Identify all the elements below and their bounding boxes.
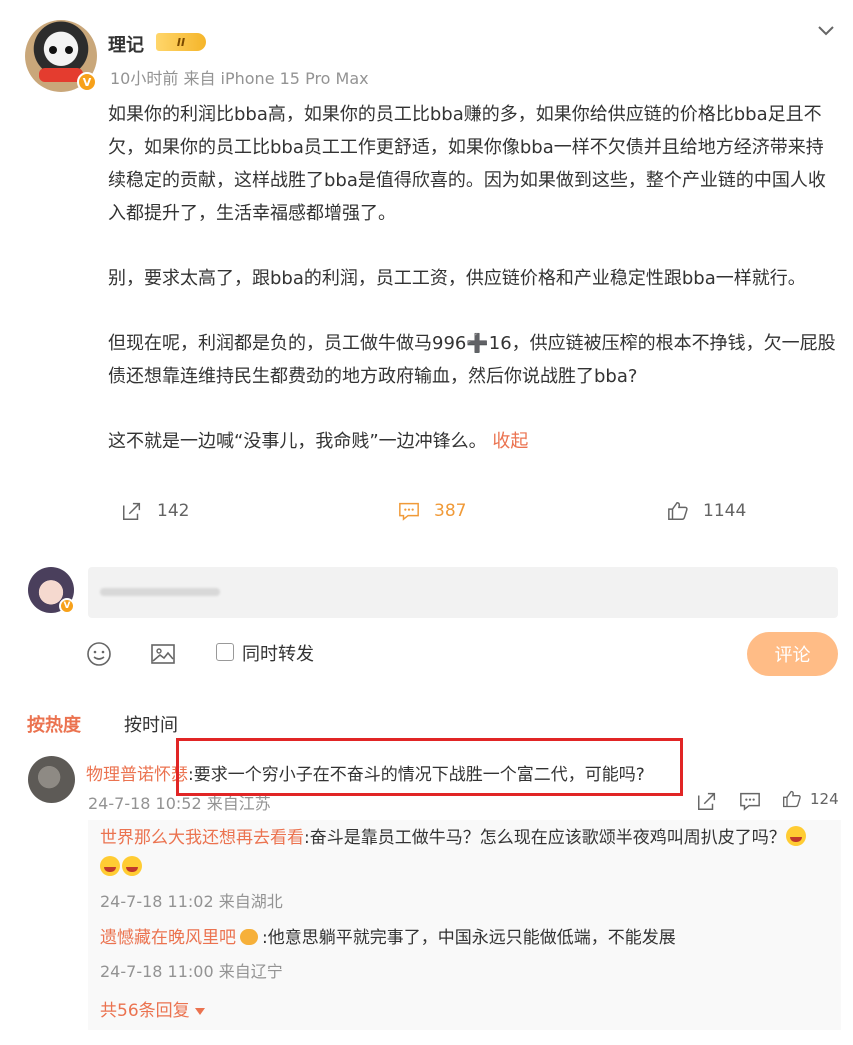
laugh-emoji-icon bbox=[122, 856, 142, 876]
post-body: 如果你的利润比bba高，如果你的员工比bba赚的多，如果你给供应链的价格比bba… bbox=[108, 98, 838, 458]
image-icon[interactable] bbox=[150, 641, 176, 667]
comment-count: 387 bbox=[434, 501, 467, 521]
commenter-name[interactable]: 物理普诺怀瑟 bbox=[86, 765, 188, 785]
like-button[interactable]: 1144 bbox=[667, 500, 746, 522]
reply-user-name[interactable]: 世界那么大我还想再去看看 bbox=[100, 828, 304, 848]
author-name[interactable]: 理记 bbox=[108, 31, 144, 57]
comment-icon[interactable] bbox=[739, 790, 761, 812]
composer-blurred-text bbox=[100, 588, 220, 596]
laugh-emoji-icon bbox=[100, 856, 120, 876]
post-paragraph: 别，要求太高了，跟bba的利润，员工工资，供应链价格和产业稳定性跟bba一样就行… bbox=[108, 268, 806, 289]
forward-button[interactable]: 142 bbox=[121, 500, 189, 522]
avatar-eye-left bbox=[49, 46, 57, 54]
thumbs-up-icon bbox=[668, 502, 688, 520]
tab-sort-by-hot[interactable]: 按热度 bbox=[27, 711, 81, 737]
collapse-link[interactable]: 收起 bbox=[492, 431, 528, 452]
fan-badge-icon bbox=[240, 929, 258, 945]
post-meta: 10小时前 来自 iPhone 15 Pro Max bbox=[110, 69, 369, 88]
reply-meta: 24-7-18 11:00 来自辽宁 bbox=[100, 962, 283, 981]
comment-like-button[interactable]: 124 bbox=[782, 789, 839, 809]
emoji-icon[interactable] bbox=[86, 641, 112, 667]
comment-like-count: 124 bbox=[810, 790, 839, 808]
more-replies-link[interactable]: 共56条回复 bbox=[100, 996, 206, 1021]
post-paragraph-last: 这不就是一边喊“没事儿，我命贱”一边冲锋么。 收起 bbox=[108, 425, 838, 458]
reply-body: :他意思躺平就完事了，中国永远只能做低端，不能发展 bbox=[262, 928, 676, 948]
post-paragraph: 这不就是一边喊“没事儿，我命贱”一边冲锋么。 bbox=[108, 431, 487, 452]
chevron-down-icon[interactable] bbox=[817, 18, 835, 42]
comment-icon bbox=[399, 502, 419, 521]
forward-checkbox-label: 同时转发 bbox=[242, 644, 314, 665]
vip-badge-icon: II bbox=[156, 33, 206, 51]
reply-item: 遗憾藏在晚风里吧 :他意思躺平就完事了，中国永远只能做低端，不能发展 bbox=[100, 923, 676, 953]
share-icon bbox=[123, 502, 141, 520]
vip-level: II bbox=[176, 35, 186, 49]
tab-sort-by-time[interactable]: 按时间 bbox=[124, 711, 178, 737]
reply-user-name[interactable]: 遗憾藏在晚风里吧 bbox=[100, 928, 236, 948]
verified-badge-icon: V bbox=[77, 72, 97, 92]
share-icon[interactable] bbox=[696, 790, 718, 812]
submit-comment-button[interactable]: 评论 bbox=[747, 632, 838, 676]
reply-body: :奋斗是靠员工做牛马？怎么现在应该歌颂半夜鸡叫周扒皮了吗？ bbox=[304, 828, 786, 848]
thumbs-up-icon bbox=[783, 790, 801, 808]
forward-count: 142 bbox=[157, 501, 190, 521]
comment-button[interactable]: 387 bbox=[398, 500, 466, 522]
avatar-eye-right bbox=[65, 46, 73, 54]
reply-meta: 24-7-18 11:02 来自湖北 bbox=[100, 892, 283, 911]
highlight-annotation-box bbox=[176, 738, 683, 796]
more-replies-label: 共56条回复 bbox=[100, 1001, 190, 1021]
caret-down-icon bbox=[195, 1008, 206, 1015]
verified-badge-icon: V bbox=[59, 598, 75, 614]
forward-checkbox[interactable] bbox=[216, 643, 234, 661]
post-paragraph: 如果你的利润比bba高，如果你的员工比bba赚的多，如果你给供应链的价格比bba… bbox=[108, 104, 826, 224]
commenter-avatar[interactable] bbox=[28, 756, 75, 803]
laugh-emoji-icon bbox=[785, 826, 806, 846]
post-paragraph: 但现在呢，利润都是负的，员工做牛做马996➕16，供应链被压榨的根本不挣钱，欠一… bbox=[108, 333, 836, 387]
reply-item: 世界那么大我还想再去看看:奋斗是靠员工做牛马？怎么现在应该歌颂半夜鸡叫周扒皮了吗… bbox=[100, 823, 840, 883]
like-count: 1144 bbox=[703, 501, 747, 521]
